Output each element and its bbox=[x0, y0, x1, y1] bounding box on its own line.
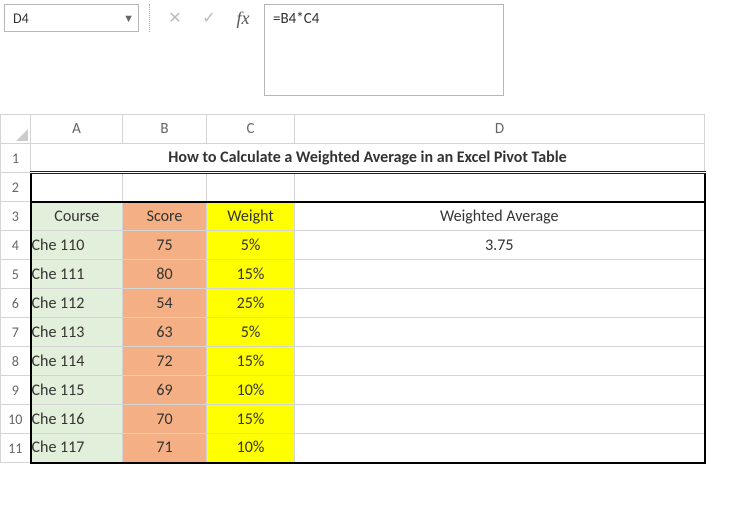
cell-weight[interactable]: 5% bbox=[207, 318, 295, 347]
header-course[interactable]: Course bbox=[31, 202, 123, 231]
row-header-8[interactable]: 8 bbox=[1, 347, 31, 376]
cell-weight[interactable]: 10% bbox=[207, 434, 295, 463]
col-header-c[interactable]: C bbox=[207, 115, 295, 144]
row-header-9[interactable]: 9 bbox=[1, 376, 31, 405]
cell-course[interactable]: Che 114 bbox=[31, 347, 123, 376]
col-header-a[interactable]: A bbox=[31, 115, 123, 144]
cell-score[interactable]: 63 bbox=[123, 318, 207, 347]
cell-weight[interactable]: 15% bbox=[207, 347, 295, 376]
cell-score[interactable]: 71 bbox=[123, 434, 207, 463]
cell-course[interactable]: Che 113 bbox=[31, 318, 123, 347]
title-cell[interactable]: How to Calculate a Weighted Average in a… bbox=[31, 144, 705, 173]
cell-course[interactable]: Che 112 bbox=[31, 289, 123, 318]
cell-course[interactable]: Che 111 bbox=[31, 260, 123, 289]
row-header-5[interactable]: 5 bbox=[1, 260, 31, 289]
row-header-4[interactable]: 4 bbox=[1, 231, 31, 260]
cell-weighted-average[interactable] bbox=[295, 318, 705, 347]
fx-icon[interactable]: fx bbox=[228, 5, 258, 31]
name-box[interactable]: D4 ▼ bbox=[4, 4, 139, 32]
cell-course[interactable]: Che 115 bbox=[31, 376, 123, 405]
row-header-10[interactable]: 10 bbox=[1, 405, 31, 434]
formula-input[interactable]: =B4*C4 bbox=[264, 4, 504, 96]
cell-weighted-average[interactable] bbox=[295, 376, 705, 405]
chevron-down-icon[interactable]: ▼ bbox=[123, 12, 134, 25]
cell-weighted-average[interactable] bbox=[295, 405, 705, 434]
row-header-2[interactable]: 2 bbox=[1, 173, 31, 202]
row-header-1[interactable]: 1 bbox=[1, 144, 31, 173]
col-header-b[interactable]: B bbox=[123, 115, 207, 144]
cell-course[interactable]: Che 116 bbox=[31, 405, 123, 434]
cell-d2[interactable] bbox=[295, 173, 705, 202]
header-weighted-average[interactable]: Weighted Average bbox=[295, 202, 705, 231]
select-all-icon bbox=[16, 129, 28, 141]
divider bbox=[149, 4, 150, 32]
cell-score[interactable]: 69 bbox=[123, 376, 207, 405]
cell-course[interactable]: Che 110 bbox=[31, 231, 123, 260]
cell-weight[interactable]: 5% bbox=[207, 231, 295, 260]
row-header-11[interactable]: 11 bbox=[1, 434, 31, 463]
row-header-6[interactable]: 6 bbox=[1, 289, 31, 318]
cell-score[interactable]: 72 bbox=[123, 347, 207, 376]
cell-b2[interactable] bbox=[123, 173, 207, 202]
cell-course[interactable]: Che 117 bbox=[31, 434, 123, 463]
select-all-corner[interactable] bbox=[1, 115, 31, 144]
cell-weighted-average[interactable] bbox=[295, 260, 705, 289]
cell-score[interactable]: 80 bbox=[123, 260, 207, 289]
row-header-7[interactable]: 7 bbox=[1, 318, 31, 347]
col-header-d[interactable]: D bbox=[295, 115, 705, 144]
cell-weight[interactable]: 15% bbox=[207, 260, 295, 289]
cell-a2[interactable] bbox=[31, 173, 123, 202]
cell-weight[interactable]: 25% bbox=[207, 289, 295, 318]
cell-weight[interactable]: 10% bbox=[207, 376, 295, 405]
cell-weighted-average[interactable]: 3.75 bbox=[295, 231, 705, 260]
header-score[interactable]: Score bbox=[123, 202, 207, 231]
cell-c2[interactable] bbox=[207, 173, 295, 202]
cell-weighted-average[interactable] bbox=[295, 289, 705, 318]
cell-weight[interactable]: 15% bbox=[207, 405, 295, 434]
formula-bar: D4 ▼ ✕ ✓ fx =B4*C4 bbox=[0, 0, 739, 96]
cancel-icon[interactable]: ✕ bbox=[160, 5, 190, 31]
spreadsheet-grid[interactable]: A B C D 1 How to Calculate a Weighted Av… bbox=[0, 114, 739, 464]
cell-score[interactable]: 70 bbox=[123, 405, 207, 434]
cell-reference: D4 bbox=[13, 10, 29, 27]
cell-score[interactable]: 75 bbox=[123, 231, 207, 260]
cell-weighted-average[interactable] bbox=[295, 347, 705, 376]
cell-score[interactable]: 54 bbox=[123, 289, 207, 318]
formula-controls: ✕ ✓ fx bbox=[160, 4, 258, 32]
confirm-icon[interactable]: ✓ bbox=[194, 5, 224, 31]
cell-weighted-average[interactable] bbox=[295, 434, 705, 463]
header-weight[interactable]: Weight bbox=[207, 202, 295, 231]
row-header-3[interactable]: 3 bbox=[1, 202, 31, 231]
